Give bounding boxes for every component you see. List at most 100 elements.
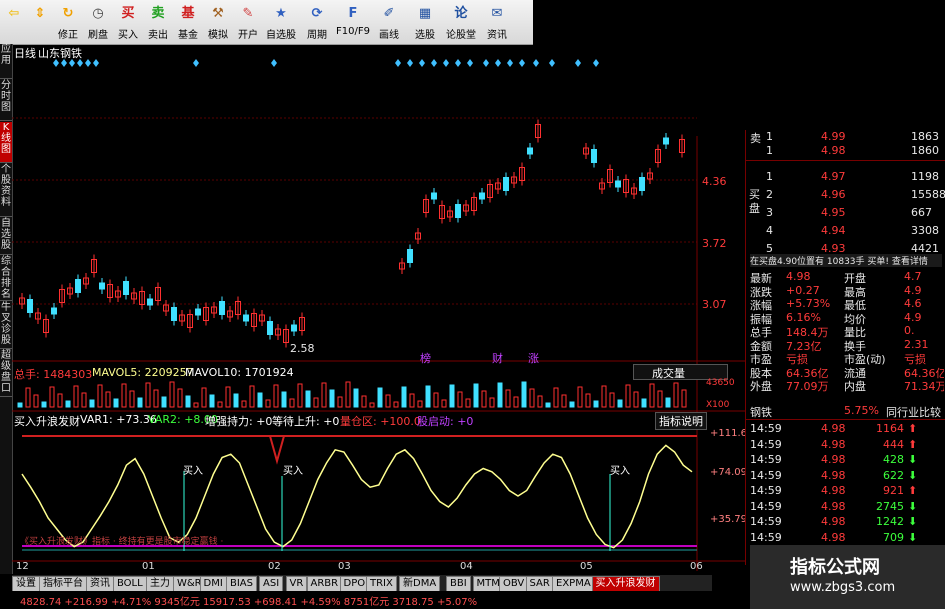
toolbar-button[interactable]: 卖卖出 <box>144 2 172 42</box>
sidebar-item[interactable]: 自选股 <box>0 218 12 255</box>
tick-volume: 1164 <box>876 422 904 435</box>
indicator-tab[interactable]: EXPMA <box>552 576 595 592</box>
indicator-tab[interactable]: 买入升浪发财 <box>591 576 660 592</box>
volume-bar <box>241 400 247 408</box>
sidebar-item[interactable]: 应用 <box>0 44 12 79</box>
volume-bar <box>353 388 359 408</box>
sector-label: 钢铁 <box>750 406 772 419</box>
toolbar-button[interactable]: 基基金 <box>174 2 202 42</box>
tick-price: 4.98 <box>821 499 846 513</box>
toolbar-button[interactable]: ▦ 选股 <box>408 2 442 42</box>
mavol10-label: MAVOL10: 1701924 <box>185 366 294 379</box>
toolbar-button[interactable]: 买买入 <box>114 2 142 42</box>
toolbar-button[interactable]: ✉ 资讯 <box>480 2 514 42</box>
indicator-tab[interactable]: ASI <box>259 576 284 592</box>
candle-body <box>123 281 129 295</box>
watermark-url: www.zbgs3.com <box>790 580 896 595</box>
indicator-tab[interactable]: VR <box>285 576 308 592</box>
indicator-tab[interactable]: BOLL <box>113 576 147 592</box>
indicator-tab[interactable]: 新DMA <box>399 576 441 592</box>
indicator-tab[interactable]: TRIX <box>366 576 397 592</box>
chart-area[interactable] <box>12 56 745 576</box>
volume-bar <box>401 386 407 408</box>
mavol5-label: MAVOL5: 2209257 <box>92 366 194 379</box>
volume-bar <box>281 391 287 408</box>
sidebar-item[interactable]: K线图 <box>0 122 12 163</box>
signal-diamond <box>85 59 91 67</box>
arrow-down-icon: ⬇ <box>908 468 918 482</box>
toolbar-button[interactable]: ✐ 画线 <box>372 2 406 42</box>
sidebar-item[interactable]: 超级盘口 <box>0 350 12 397</box>
volume-bar <box>489 397 495 408</box>
tick-price: 4.98 <box>821 453 846 466</box>
indicator-line <box>21 444 693 549</box>
tick-time: 14:59 <box>750 515 782 528</box>
sidebar-item[interactable]: 个股资料 <box>0 164 12 217</box>
buy-level: 4 <box>766 224 773 237</box>
volume-bar <box>89 399 95 408</box>
indicator-wait: 等待上升: +0 <box>272 415 340 428</box>
toolbar-button[interactable]: 论论股堂 <box>444 2 478 42</box>
stat-value: 6.16% <box>786 310 821 324</box>
toolbar-button[interactable]: F F10/F9 <box>336 2 370 42</box>
tick-time: 14:59 <box>750 468 782 482</box>
volume-bar <box>553 387 559 408</box>
indicator-tab[interactable]: 资讯 <box>86 576 114 592</box>
volume-bar <box>449 384 455 408</box>
forum-icon: 论 <box>454 6 468 21</box>
sidebar-item[interactable]: 分时图 <box>0 80 12 121</box>
toolbar-button[interactable]: ↻ 修正 <box>54 2 82 42</box>
arrow-down-icon: ⬇ <box>908 499 918 513</box>
clock-icon: ◷ <box>92 6 104 21</box>
toolbar-button[interactable]: ◷ 刷盘 <box>84 2 112 42</box>
toolbar-button-label: 自选股 <box>266 30 296 41</box>
toolbar-button[interactable]: ⇦ <box>2 2 26 42</box>
indicator-help-button[interactable]: 指标说明 <box>655 412 707 430</box>
tick-price: 4.98 <box>821 468 846 482</box>
indicator-tab[interactable]: BIAS <box>226 576 257 592</box>
candle-body <box>267 321 273 335</box>
volume-bar <box>105 391 111 408</box>
tick-time: 14:59 <box>750 422 782 435</box>
indicator-tab[interactable]: 设置 <box>12 576 40 592</box>
stat-value: 2.31 <box>904 337 929 351</box>
quote-panel: 卖 1 4.99 1863 1 4.98 1860 买盘 1 4.97 1198 2 4.96 15588… <box>745 130 945 565</box>
indicator-tab[interactable]: ARBR <box>306 576 343 592</box>
lock-icon: ✎ <box>242 6 254 21</box>
buy-price: 4.94 <box>821 224 846 237</box>
event-label[interactable]: 财 <box>492 350 503 366</box>
event-label[interactable]: 榜 <box>420 350 431 366</box>
volume-bar <box>361 395 367 408</box>
buy-level: 2 <box>766 188 773 201</box>
volume-bar <box>177 388 183 408</box>
toolbar-button[interactable]: ⇕ <box>28 2 52 42</box>
buy-level: 3 <box>766 206 773 219</box>
f10-icon: F <box>348 6 358 21</box>
indicator-tab[interactable]: DMI <box>199 576 227 592</box>
select-icon: ▦ <box>418 6 432 21</box>
volume-bar <box>225 386 231 408</box>
tick-volume: 921 <box>883 484 904 497</box>
indicator-tab[interactable]: DPO <box>339 576 370 592</box>
volume-bar <box>585 393 591 408</box>
indicator-tab[interactable]: OBV <box>499 576 529 592</box>
volume-bar <box>153 389 159 408</box>
indicator-tab[interactable]: BBI <box>446 576 471 592</box>
event-label[interactable]: 涨 <box>528 350 539 366</box>
arrow-down-icon: ⬇ <box>908 453 918 466</box>
toolbar-button[interactable]: ✎ 开户 <box>234 2 262 42</box>
volume-bar <box>513 396 519 408</box>
toolbar-button[interactable]: ⟳ 周期 <box>300 2 334 42</box>
sidebar-item[interactable]: 综合排名 <box>0 256 12 301</box>
indicator-tab[interactable]: 指标平台 <box>39 576 87 592</box>
signal-diamond <box>533 59 539 67</box>
sidebar-item[interactable]: 牛叉诊股 <box>0 302 12 349</box>
buy-icon: 买 <box>121 6 135 21</box>
candle-body <box>527 147 533 155</box>
sector-change: 5.75% <box>844 404 879 417</box>
toolbar-button[interactable]: ⚒ 模拟 <box>204 2 232 42</box>
indicator-tab[interactable]: SAR <box>525 576 554 592</box>
indicator-tab[interactable]: 主力 <box>146 576 174 592</box>
stat-value: 4.7 <box>904 270 922 283</box>
toolbar-button[interactable]: ★ 自选股 <box>264 2 298 42</box>
